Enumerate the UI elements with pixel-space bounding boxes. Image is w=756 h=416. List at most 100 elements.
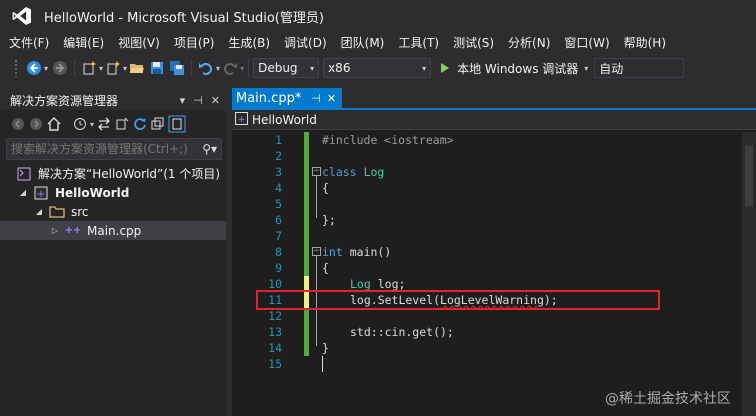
navigation-bar: + HelloWorld [232, 110, 756, 130]
code-text: std::cin.get(); [350, 325, 454, 339]
run-dropdown-icon[interactable]: ▾ [584, 64, 588, 73]
open-folder-icon [130, 64, 145, 73]
saved-change-marker [304, 196, 309, 212]
window-title: HelloWorld - Microsoft Visual Studio(管理员… [44, 10, 324, 26]
saved-change-marker [304, 148, 309, 164]
solution-config-select[interactable]: 自动 [594, 58, 685, 78]
collapse-all-icon[interactable] [150, 116, 166, 132]
scrollbar-thumb[interactable] [745, 146, 753, 206]
tab-label: Main.cpp* [236, 90, 302, 106]
chevron-down-icon: ▾ [422, 63, 427, 73]
expanded-arrow-icon[interactable]: ◢ [18, 188, 28, 197]
toolbar-grip[interactable] [14, 59, 18, 77]
pending-changes-icon[interactable] [114, 116, 130, 132]
standard-toolbar: ▾ ▾ ▾ ▾ ▾ Debug ▾ x86 ▾ 本地 Windows 调试器 ▾ [0, 54, 756, 82]
back-icon [27, 61, 41, 75]
tree-item-project[interactable]: ◢ + HelloWorld [0, 183, 226, 202]
solution-explorer-panel: 解决方案资源管理器 ▾ ⊣ ✕ ▾ ⚲▾ 解决方案“HelloWorld”(1 … [0, 90, 226, 416]
configuration-select[interactable]: Debug ▾ [253, 58, 320, 78]
forward-button[interactable] [50, 58, 70, 78]
saved-change-marker [304, 228, 309, 244]
code-line: 15 [232, 356, 756, 372]
svg-text:+: + [238, 115, 246, 125]
forward-icon [53, 61, 68, 75]
new-project-icon [83, 61, 97, 75]
code-text: }; [322, 213, 336, 227]
line-number: 6 [275, 213, 282, 227]
close-icon[interactable]: ✕ [211, 94, 220, 107]
new-project-button[interactable] [79, 58, 99, 78]
solution-explorer-header: 解决方案资源管理器 ▾ ⊣ ✕ [0, 90, 226, 110]
platform-select[interactable]: x86 ▾ [323, 58, 432, 78]
menu-file[interactable]: 文件(F) [0, 34, 56, 51]
saved-change-marker [304, 212, 309, 228]
undo-button[interactable] [196, 58, 216, 78]
text-caret [322, 356, 323, 372]
line-number: 5 [275, 197, 282, 211]
save-all-button[interactable] [167, 58, 187, 78]
pin-icon[interactable]: ⊣ [193, 94, 203, 107]
history-icon[interactable] [72, 116, 88, 132]
line-number: 14 [268, 341, 282, 355]
collapsed-arrow-icon[interactable]: ▷ [50, 226, 60, 235]
panel-menu-icon[interactable]: ▾ [180, 94, 186, 107]
code-text: { [322, 261, 329, 275]
solution-explorer-toolbar: ▾ [0, 110, 226, 138]
menu-edit[interactable]: 编辑(E) [56, 34, 111, 51]
tree-item-folder[interactable]: ◢ src [0, 202, 226, 221]
expanded-arrow-icon[interactable]: ◢ [34, 207, 44, 216]
code-line: 8 − int main() [232, 244, 756, 260]
menu-window[interactable]: 窗口(W) [557, 34, 616, 51]
menu-view[interactable]: 视图(V) [111, 34, 167, 51]
keyword: int [322, 245, 343, 259]
code-line: 12 [232, 308, 756, 324]
menu-build[interactable]: 生成(B) [221, 34, 277, 51]
forward-icon[interactable] [28, 116, 44, 132]
code-line: 7 [232, 228, 756, 244]
vertical-scrollbar[interactable] [742, 132, 756, 416]
line-number: 15 [268, 357, 282, 371]
tree-item-solution[interactable]: 解决方案“HelloWorld”(1 个项目) [0, 164, 226, 183]
run-label: 本地 Windows 调试器 [457, 61, 579, 76]
menu-help[interactable]: 帮助(H) [617, 34, 673, 51]
history-dropdown-icon[interactable]: ▾ [90, 120, 94, 129]
saved-change-marker [304, 308, 309, 324]
menu-debug[interactable]: 调试(D) [277, 34, 334, 51]
collapse-icon[interactable]: − [312, 247, 321, 256]
add-item-button[interactable] [103, 58, 123, 78]
close-tab-icon[interactable]: ✕ [327, 92, 336, 105]
menu-tools[interactable]: 工具(T) [391, 34, 446, 51]
code-text: } [322, 341, 329, 355]
saved-change-marker [304, 164, 309, 180]
solution-search-input[interactable] [11, 142, 191, 156]
collapse-icon[interactable]: − [312, 167, 321, 176]
code-line: 14 } [232, 340, 756, 356]
tree-item-label: src [71, 204, 89, 219]
redo-button[interactable] [220, 58, 240, 78]
project-scope-dropdown[interactable]: HelloWorld [252, 113, 317, 127]
tab-main-cpp[interactable]: Main.cpp* ⊣ ✕ [232, 88, 343, 108]
menu-analyze[interactable]: 分析(N) [501, 34, 557, 51]
refresh-icon[interactable] [132, 116, 148, 132]
pin-tab-icon[interactable]: ⊣ [311, 92, 321, 105]
saved-change-marker [304, 324, 309, 340]
search-icon[interactable]: ⚲▾ [202, 142, 217, 156]
menu-team[interactable]: 团队(M) [334, 34, 392, 51]
saved-change-marker [304, 340, 309, 356]
save-button[interactable] [147, 58, 167, 78]
back-dropdown-icon[interactable]: ▾ [44, 64, 48, 73]
project-nav-icon: + [235, 111, 248, 128]
sync-icon[interactable] [96, 116, 112, 132]
tree-item-file[interactable]: ▷ ++ Main.cpp [0, 221, 226, 240]
open-file-button[interactable] [127, 58, 147, 78]
menu-test[interactable]: 测试(S) [446, 34, 501, 51]
menu-project[interactable]: 项目(P) [167, 34, 222, 51]
back-icon[interactable] [10, 116, 26, 132]
redo-dropdown-icon[interactable]: ▾ [240, 64, 244, 73]
show-all-files-icon[interactable] [168, 115, 186, 133]
back-button[interactable] [24, 58, 44, 78]
code-area[interactable]: 1 #include <iostream> 2 3 − class Log 4 … [232, 132, 756, 416]
code-line: 2 [232, 148, 756, 164]
home-icon[interactable] [46, 116, 62, 132]
start-debugging-button[interactable]: 本地 Windows 调试器 [437, 58, 582, 78]
